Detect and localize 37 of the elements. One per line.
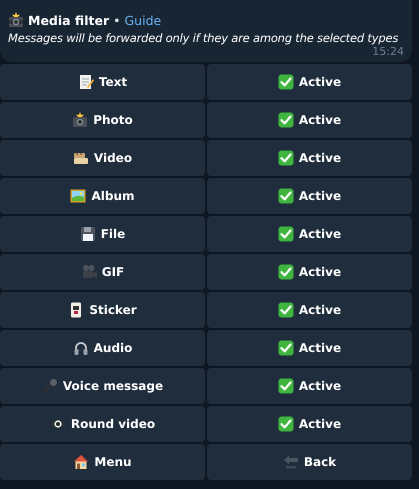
message-title: Media filter (28, 12, 110, 28)
guide-link[interactable]: Guide (124, 12, 162, 28)
keyboard-button[interactable]: Active (207, 368, 412, 404)
keyboard-button[interactable]: Voice message (0, 368, 205, 404)
keyboard-button[interactable]: Video (0, 140, 205, 176)
keyboard-button[interactable]: Active (207, 406, 412, 442)
keyboard-button[interactable]: Active (207, 140, 412, 176)
keyboard-button[interactable]: Photo (0, 102, 205, 138)
keyboard-button[interactable]: Menu (0, 444, 205, 480)
message-text: Messages will be forwarded only if they are among the selected types (8, 31, 400, 45)
keyboard-button[interactable]: Audio (0, 330, 205, 366)
keyboard-button[interactable]: Active (207, 292, 412, 328)
message-time: 15:24 (371, 45, 404, 58)
keyboard-button[interactable]: File (0, 216, 205, 252)
movie-camera-icon (80, 264, 97, 280)
separator-dot: • (113, 12, 120, 28)
camera-flash-icon (72, 112, 88, 128)
keyboard-button[interactable]: GIF (0, 254, 205, 290)
microphone-icon (42, 378, 58, 394)
keyboard-button[interactable]: Back (207, 444, 412, 480)
keyboard-button[interactable]: Text (0, 64, 205, 100)
framed-landscape-icon (70, 188, 86, 204)
keyboard-button[interactable]: Active (207, 102, 412, 138)
back-arrow-icon (282, 454, 299, 470)
house-icon (73, 454, 90, 470)
film-box-icon (72, 150, 89, 166)
keyboard-button[interactable]: Active (207, 216, 412, 252)
keyboard-button[interactable]: Active (207, 178, 412, 214)
keyboard-button[interactable]: Album (0, 178, 205, 214)
notepad-pencil-icon (78, 74, 94, 90)
keyboard-button[interactable]: Round video (0, 406, 205, 442)
keyboard-button[interactable]: Active (207, 254, 412, 290)
headphones-icon (72, 340, 89, 356)
keyboard-button[interactable]: Active (207, 330, 412, 366)
keyboard-button[interactable]: Active (207, 64, 412, 100)
camera-flash-icon (8, 12, 24, 28)
keyboard-button[interactable]: Sticker (0, 292, 205, 328)
